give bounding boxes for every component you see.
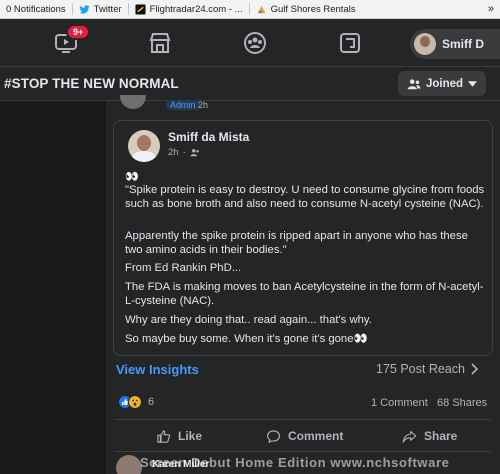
bookmark-label: 0 Notifications <box>6 3 66 15</box>
post-time[interactable]: 2h <box>168 147 179 158</box>
post-reach[interactable]: 175 Post Reach <box>376 362 479 376</box>
flightradar-icon <box>135 3 146 15</box>
comments-count[interactable]: 1 Comment <box>371 397 428 409</box>
top-navigation: 9+ Smiff D <box>0 19 500 67</box>
avatar <box>414 33 436 55</box>
marketplace-icon[interactable] <box>148 31 172 55</box>
divider <box>116 451 491 452</box>
admin-badge: Admin <box>166 100 200 110</box>
reactions-summary[interactable]: 6 <box>118 395 154 409</box>
comment-text: ... <box>152 470 160 474</box>
twitter-icon <box>79 4 90 14</box>
reaction-count: 6 <box>148 396 155 408</box>
avatar[interactable] <box>116 455 142 474</box>
profile-button[interactable]: Smiff D <box>410 29 500 59</box>
author-name[interactable]: Smiff da Mista <box>168 130 249 144</box>
post-paragraph: So maybe buy some. When it's gone it's g… <box>125 333 368 345</box>
post-time: 2h <box>198 100 209 110</box>
groups-icon[interactable] <box>243 31 267 55</box>
left-column <box>0 101 106 474</box>
group-audience-icon <box>190 149 199 157</box>
comment-icon <box>266 429 281 443</box>
share-button[interactable]: Share <box>402 425 457 447</box>
post-card: Admin 2h Smiff da Mista 2h · 👀 "Spike pr… <box>106 95 500 474</box>
post-paragraph: Apparently the spike protein is ripped a… <box>125 230 468 256</box>
wow-reaction-icon <box>128 395 142 409</box>
avatar <box>120 95 146 109</box>
gaming-icon[interactable] <box>338 31 362 55</box>
post-meta: 2h · <box>168 147 200 158</box>
eyes-emoji: 👀 <box>125 171 139 183</box>
group-title[interactable]: #STOP THE NEW NORMAL <box>4 76 179 91</box>
share-label: Share <box>424 429 458 443</box>
bookmark-notifications[interactable]: 0 Notifications <box>0 4 72 15</box>
bookmark-twitter[interactable]: Twitter <box>73 4 128 15</box>
chevron-right-icon <box>471 363 479 375</box>
like-icon <box>157 429 171 443</box>
post-paragraph: The FDA is making moves to ban Acetylcys… <box>125 281 484 307</box>
comment-label: Comment <box>288 429 344 443</box>
bookmark-flightradar[interactable]: Flightradar24.com - ... <box>129 4 249 15</box>
profile-name: Smiff D <box>442 37 484 51</box>
like-label: Like <box>178 429 203 443</box>
bookmarks-bar: 0 Notifications Twitter Flightradar24.co… <box>0 0 500 19</box>
recording-watermark: Screen Debut Home Edition www.nchsoftwar… <box>140 455 450 470</box>
gulf-shores-icon <box>256 5 266 13</box>
caret-down-icon <box>468 80 478 87</box>
bookmark-label: Flightradar24.com - ... <box>149 3 243 15</box>
post-paragraph: Why are they doing that.. read again... … <box>125 314 372 326</box>
bookmark-gulf-shores[interactable]: Gulf Shores Rentals <box>250 4 362 15</box>
people-icon <box>407 78 421 89</box>
shared-post[interactable]: Smiff da Mista 2h · 👀 "Spike protein is … <box>113 120 493 356</box>
bookmark-label: Gulf Shores Rentals <box>270 3 356 15</box>
shares-count[interactable]: 68 Shares <box>437 397 487 409</box>
post-reach-label: 175 Post Reach <box>376 362 465 376</box>
watch-notification-badge: 9+ <box>66 24 91 40</box>
joined-button[interactable]: Joined <box>398 71 486 96</box>
comment-button[interactable]: Comment <box>266 425 343 447</box>
group-header: #STOP THE NEW NORMAL Joined <box>0 67 500 101</box>
share-icon <box>402 430 417 443</box>
like-button[interactable]: Like <box>156 425 202 447</box>
joined-label: Joined <box>425 77 464 90</box>
avatar[interactable] <box>128 130 160 162</box>
engagement-stats: 1 Comment 68 Shares <box>371 397 487 409</box>
more-bookmarks-icon[interactable]: » <box>482 3 500 15</box>
divider <box>116 419 491 420</box>
view-insights-link[interactable]: View Insights <box>116 362 199 377</box>
post-paragraph: From Ed Rankin PhD... <box>125 262 242 274</box>
post-paragraph: "Spike protein is easy to destroy. U nee… <box>125 184 485 210</box>
bookmark-label: Twitter <box>93 3 122 15</box>
